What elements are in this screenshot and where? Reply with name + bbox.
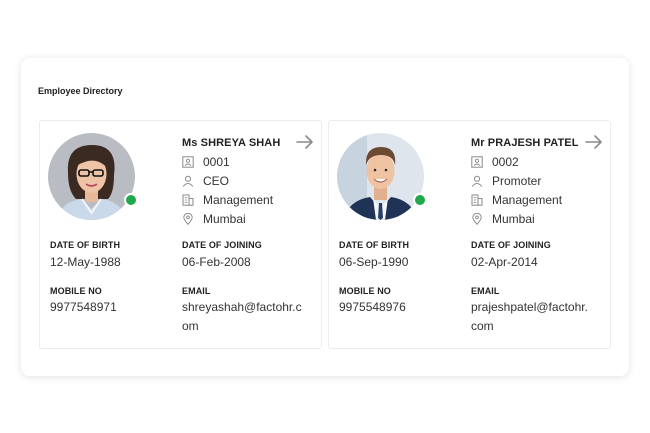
location: Mumbai — [203, 212, 246, 226]
email-label: EMAIL — [182, 286, 211, 296]
location: Mumbai — [492, 212, 535, 226]
department-row: Management — [182, 193, 273, 207]
location-row: Mumbai — [182, 212, 246, 226]
mobile-label: MOBILE NO — [50, 286, 102, 296]
person-icon — [182, 175, 194, 187]
panel-title: Employee Directory — [38, 86, 123, 96]
location-pin-icon — [472, 213, 482, 225]
doj-value: 06-Feb-2008 — [182, 255, 251, 269]
dob-value: 12-May-1988 — [50, 255, 121, 269]
person-icon — [471, 175, 483, 187]
online-status-indicator — [413, 193, 427, 207]
department: Management — [203, 193, 274, 207]
doj-label: DATE OF JOINING — [471, 240, 551, 250]
location-row: Mumbai — [471, 212, 535, 226]
doj-value: 02-Apr-2014 — [471, 255, 538, 269]
location-pin-icon — [183, 213, 193, 225]
avatar-container — [337, 133, 427, 220]
employee-name: Mr PRAJESH PATEL — [471, 137, 579, 149]
employee-directory-panel: Employee Directory Ms SHREYA SHAH 0001 C… — [21, 58, 629, 376]
employee-id: 0001 — [203, 155, 230, 169]
building-icon — [182, 194, 194, 206]
id-card-icon — [471, 156, 483, 168]
dob-label: DATE OF BIRTH — [50, 240, 121, 250]
mobile-label: MOBILE NO — [339, 286, 391, 296]
online-status-indicator — [124, 193, 138, 207]
email-value[interactable]: prajeshpatel@factohr.com — [471, 298, 593, 336]
employee-id-row: 0001 — [182, 155, 230, 169]
employee-card[interactable]: Ms SHREYA SHAH 0001 CEO Management Mumba… — [39, 120, 322, 349]
mobile-value: 9975548976 — [339, 300, 406, 314]
avatar — [337, 133, 424, 220]
arrow-right-icon[interactable] — [584, 133, 604, 151]
doj-label: DATE OF JOINING — [182, 240, 262, 250]
employee-id: 0002 — [492, 155, 519, 169]
employee-name: Ms SHREYA SHAH — [182, 137, 281, 149]
employee-id-row: 0002 — [471, 155, 519, 169]
designation: CEO — [203, 174, 230, 188]
avatar — [48, 133, 135, 220]
dob-label: DATE OF BIRTH — [339, 240, 410, 250]
department-row: Management — [471, 193, 562, 207]
designation-row: CEO — [182, 174, 229, 188]
email-value[interactable]: shreyashah@factohr.com — [182, 298, 304, 336]
dob-value: 06-Sep-1990 — [339, 255, 409, 269]
mobile-value: 9977548971 — [50, 300, 117, 314]
arrow-right-icon[interactable] — [295, 133, 315, 151]
designation-row: Promoter — [471, 174, 541, 188]
email-label: EMAIL — [471, 286, 500, 296]
employee-card[interactable]: Mr PRAJESH PATEL 0002 Promoter Managemen… — [328, 120, 611, 349]
avatar-container — [48, 133, 138, 220]
designation: Promoter — [492, 174, 542, 188]
id-card-icon — [182, 156, 194, 168]
building-icon — [471, 194, 483, 206]
department: Management — [492, 193, 563, 207]
